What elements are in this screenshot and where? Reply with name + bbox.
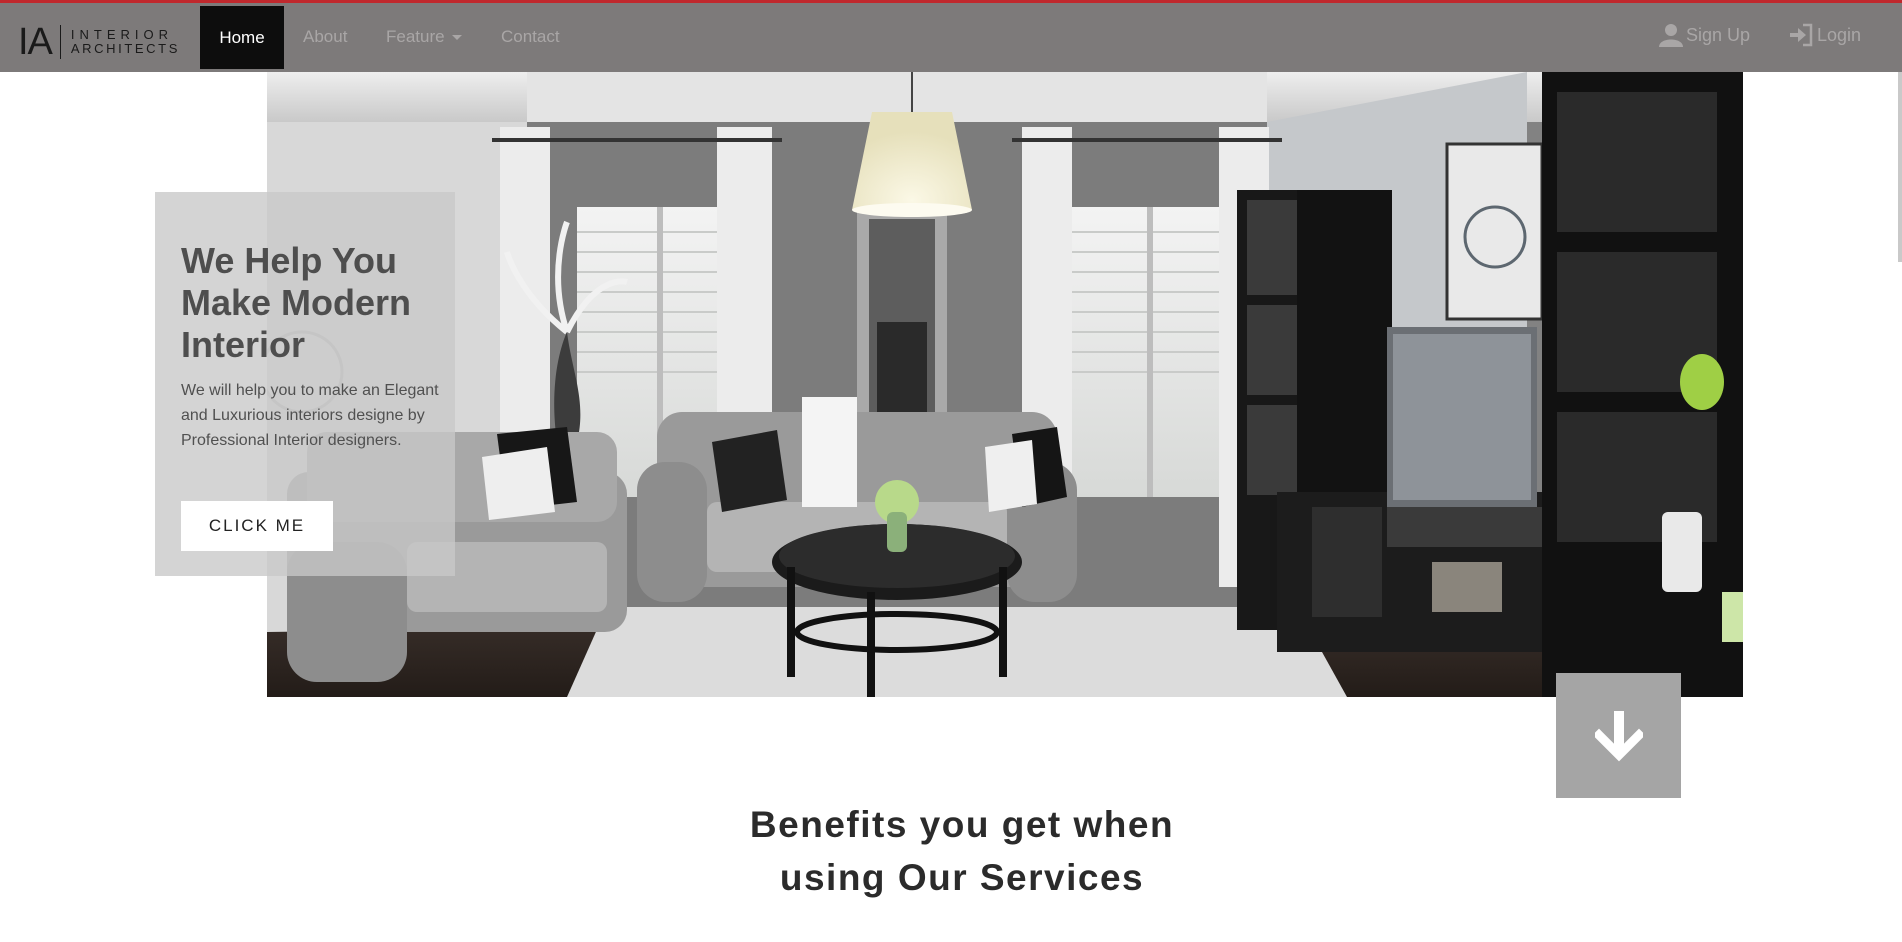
scroll-down-button[interactable]: [1556, 673, 1681, 798]
nav-about[interactable]: About: [303, 27, 347, 47]
benefits-heading: Benefits you get when using Our Services: [749, 804, 1175, 898]
brand-logo[interactable]: IA INTERIOR ARCHITECTS: [18, 21, 180, 63]
sign-in-icon: [1790, 23, 1813, 47]
logo-separator: [59, 25, 61, 59]
arrow-down-icon: [1594, 710, 1643, 761]
nav-feature-label: Feature: [386, 27, 445, 46]
hero-description: We will help you to make an Elegant and …: [181, 382, 439, 449]
click-me-button[interactable]: CLICK ME: [181, 501, 333, 551]
logo-line-1: INTERIOR: [70, 27, 174, 42]
user-icon: [1659, 24, 1683, 47]
logo-mark: IA: [18, 21, 53, 63]
login-label: Login: [1817, 24, 1862, 45]
page-scrollbar[interactable]: [1898, 72, 1902, 262]
hero-title: We Help You Make Modern Interior: [181, 240, 412, 365]
navbar: IA INTERIOR ARCHITECTS Home About Featur…: [0, 3, 1902, 72]
logo-line-2: ARCHITECTS: [70, 41, 180, 56]
nav-signup[interactable]: Sign Up: [1659, 23, 1750, 47]
nav-login[interactable]: Login: [1788, 23, 1861, 47]
nav-home[interactable]: Home: [200, 6, 284, 69]
hero-image: [267, 72, 1743, 697]
nav-contact[interactable]: Contact: [501, 27, 560, 47]
signup-label: Sign Up: [1686, 24, 1751, 45]
caret-down-icon: [451, 35, 462, 41]
logo-wordmark: INTERIOR ARCHITECTS: [71, 28, 180, 56]
nav-feature-dropdown[interactable]: Feature: [386, 27, 462, 47]
